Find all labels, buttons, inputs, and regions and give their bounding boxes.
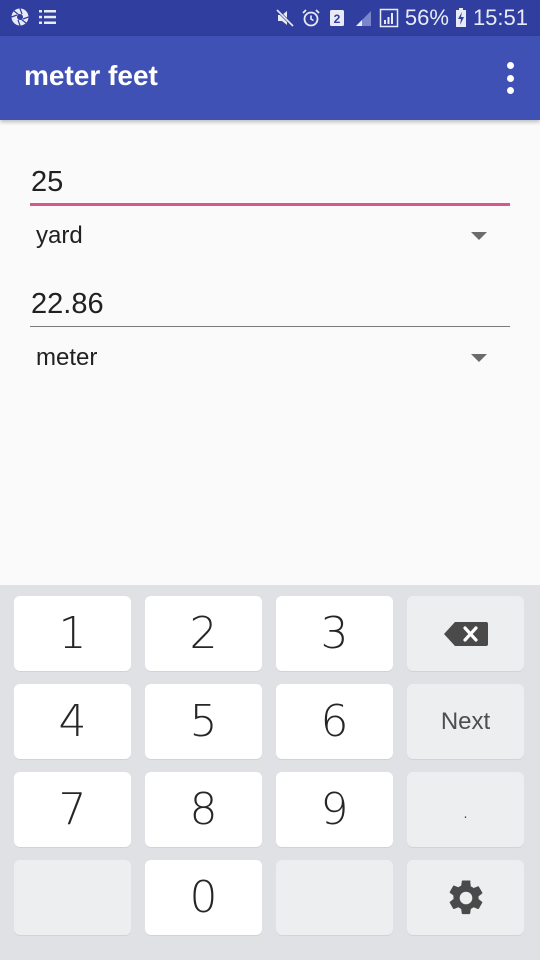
next-key[interactable]: Next	[407, 684, 524, 759]
backspace-key[interactable]	[407, 596, 524, 671]
aperture-icon	[11, 8, 29, 26]
app-title: meter feet	[24, 60, 158, 91]
battery-percent: 56%	[404, 5, 449, 30]
settings-key[interactable]	[407, 860, 524, 935]
key-6[interactable]: 6	[276, 684, 393, 759]
output-unit-label: meter	[36, 344, 98, 371]
list-icon	[39, 10, 56, 24]
key-8[interactable]: 8	[145, 772, 262, 847]
key-5[interactable]: 5	[145, 684, 262, 759]
key-0[interactable]: 0	[145, 860, 262, 935]
input-value-field[interactable]	[30, 164, 511, 200]
status-bar: 2 56% 15:51	[0, 0, 540, 36]
key-9[interactable]: 9	[276, 772, 393, 847]
output-value-field[interactable]	[30, 286, 511, 322]
more-vert-icon[interactable]	[498, 62, 522, 94]
output-value-underline	[30, 326, 510, 327]
key-1[interactable]: 1	[14, 596, 131, 671]
numeric-keyboard: 1 2 3 4 5 6 Next 7 8 9 . 0	[0, 585, 540, 960]
input-unit-label: yard	[36, 222, 83, 249]
settings-icon	[449, 879, 482, 914]
dropdown-arrow-icon	[471, 232, 487, 240]
empty-key-right	[276, 860, 393, 935]
clock: 15:51	[472, 5, 528, 30]
dropdown-arrow-icon	[471, 354, 487, 362]
battery-charging-icon	[455, 8, 466, 27]
decimal-point-key[interactable]: .	[407, 772, 524, 847]
converter-form: yard meter	[0, 120, 540, 585]
key-3[interactable]: 3	[276, 596, 393, 671]
key-2[interactable]: 2	[145, 596, 262, 671]
alarm-icon	[302, 9, 320, 27]
key-7[interactable]: 7	[14, 772, 131, 847]
app-bar: meter feet	[0, 36, 540, 120]
sim-2-icon: 2	[329, 10, 344, 26]
backspace-icon	[443, 621, 488, 646]
signal-weak-icon	[355, 11, 371, 26]
input-value-underline	[30, 203, 510, 206]
input-unit-spinner[interactable]: yard	[30, 212, 510, 260]
svg-text:2: 2	[334, 12, 341, 26]
empty-key-left	[14, 860, 131, 935]
signal-icon	[379, 8, 399, 28]
key-4[interactable]: 4	[14, 684, 131, 759]
output-unit-spinner[interactable]: meter	[30, 334, 510, 382]
mute-icon	[275, 8, 294, 28]
